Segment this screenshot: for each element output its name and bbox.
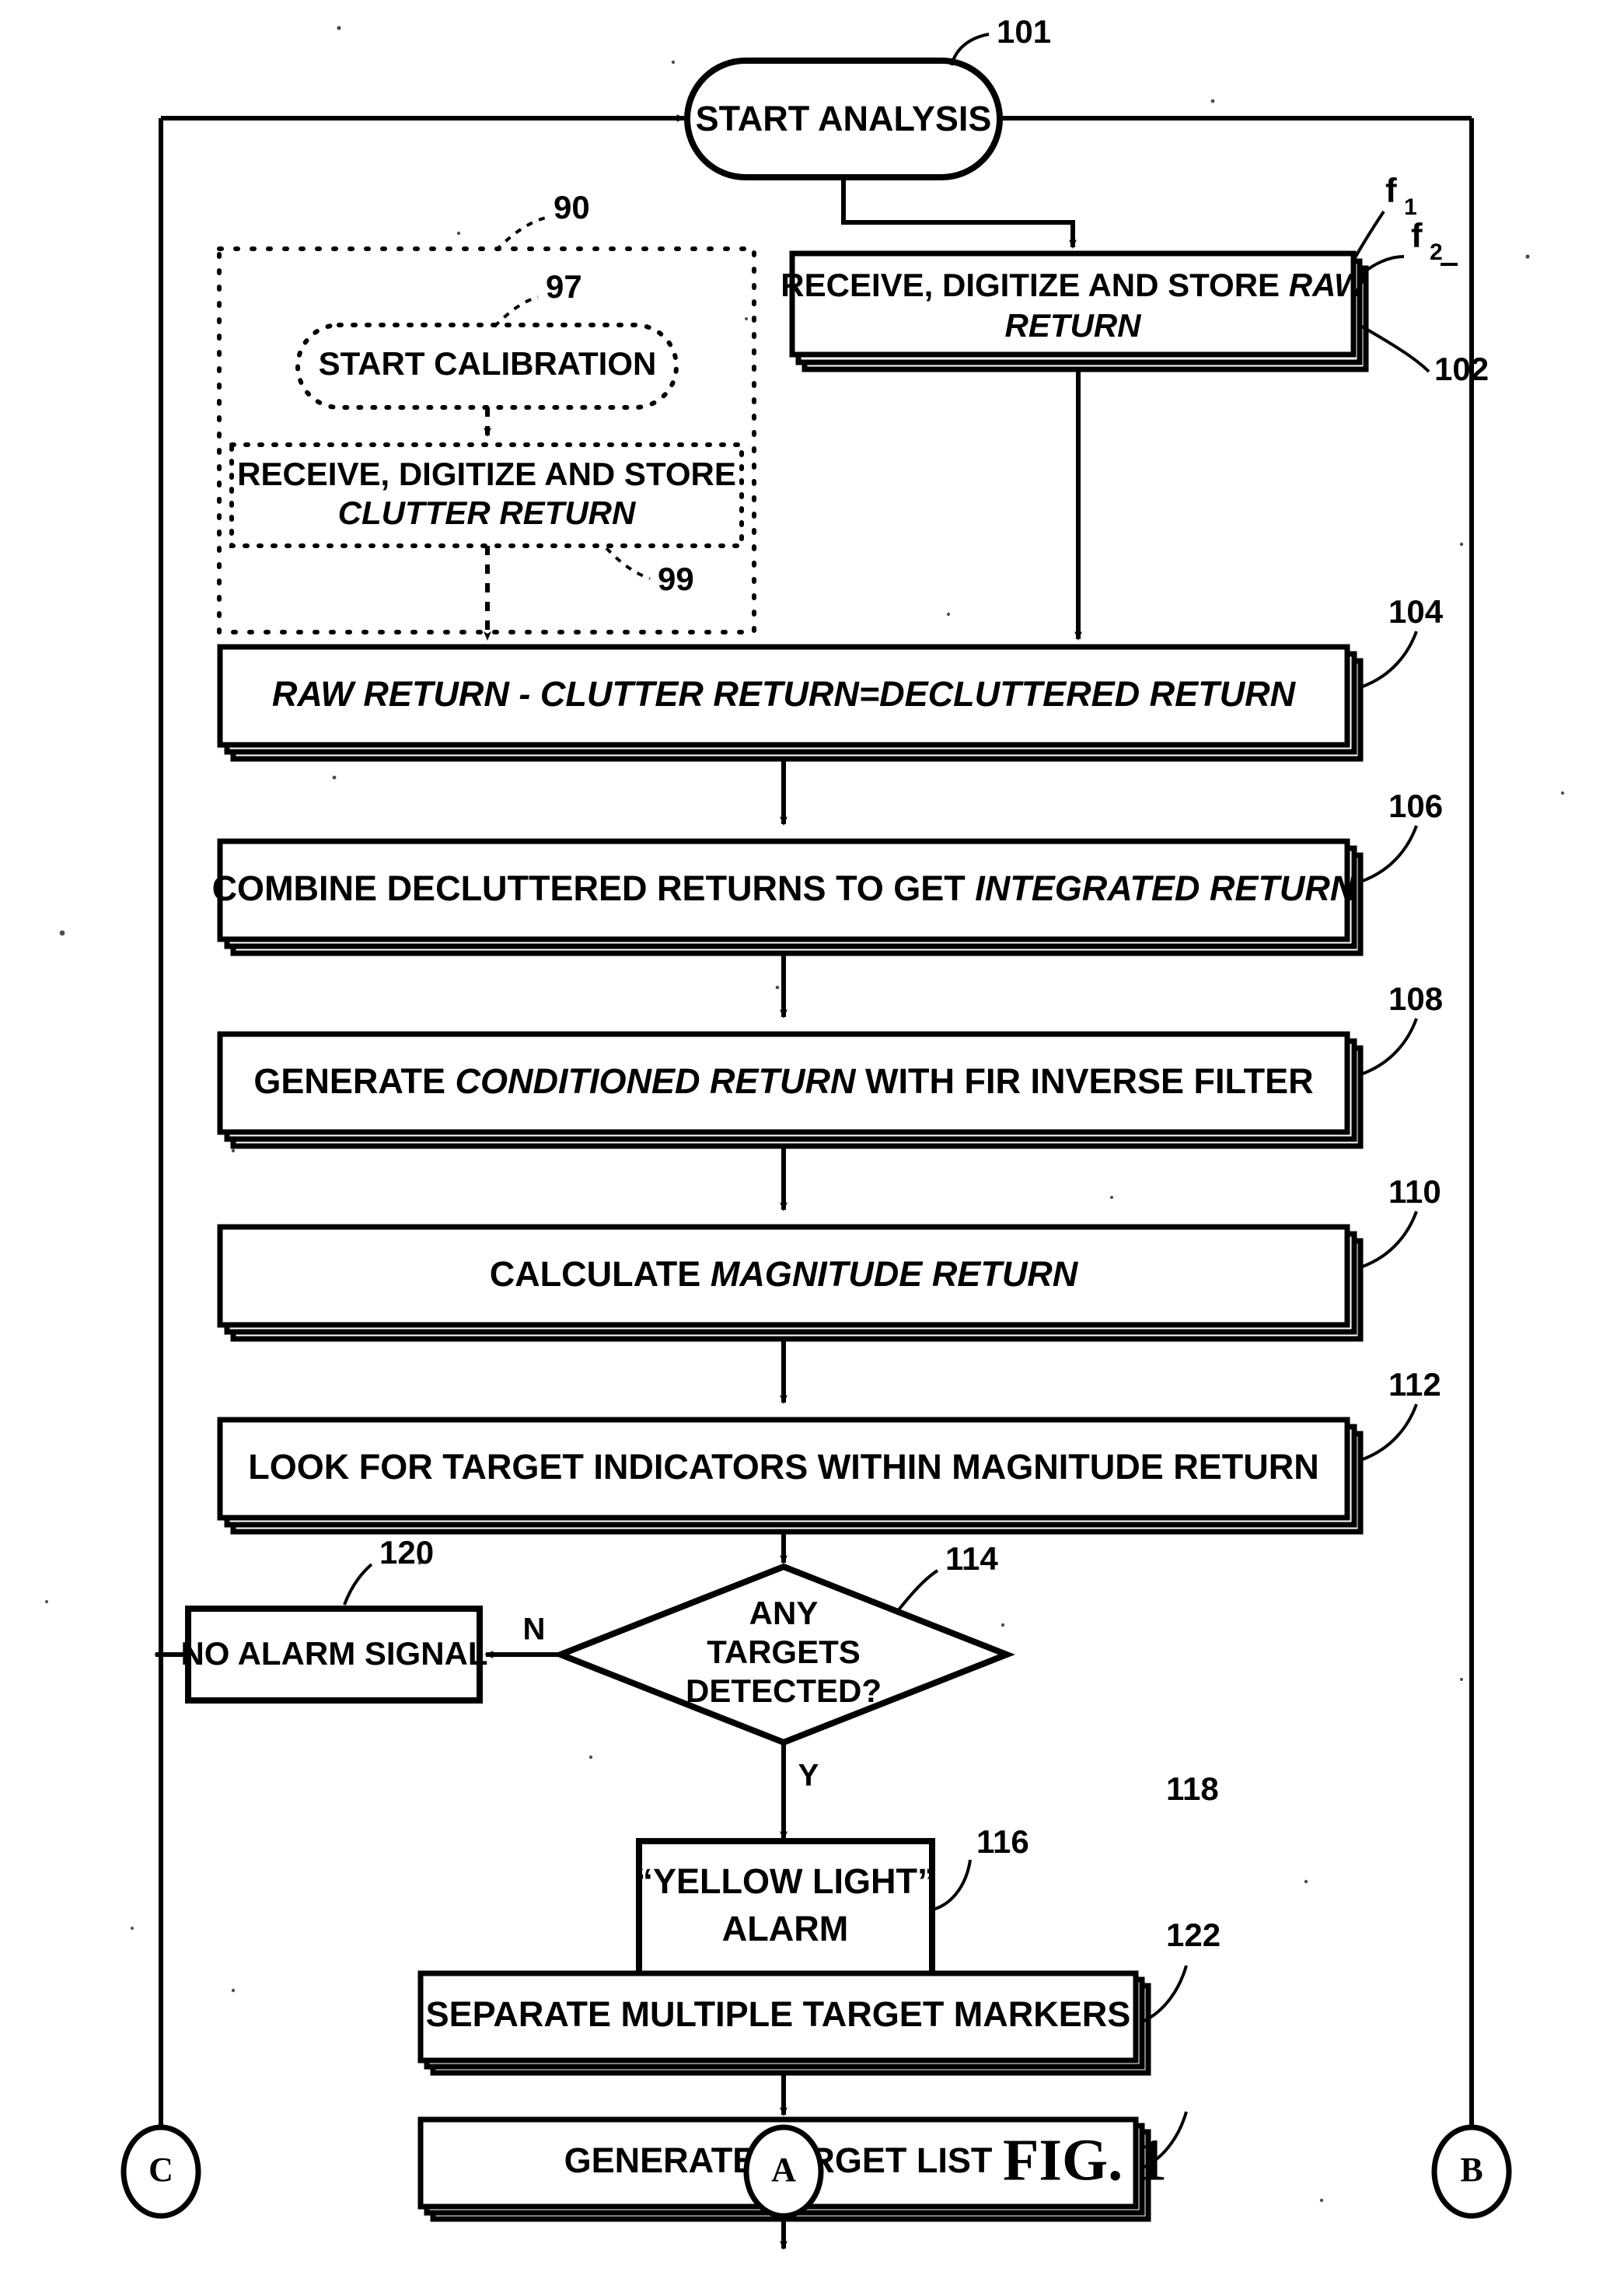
connector-c[interactable]: C (120, 2124, 201, 2219)
connectors-svg: C A B FIG. 1 (120, 2124, 1512, 2219)
connector-b-label: B (1460, 2151, 1483, 2189)
patent-figure-canvas: START ANALYSIS 101 RECEIVE, DIGITIZE AND… (0, 0, 1610, 2296)
connector-a[interactable]: A (743, 2124, 824, 2219)
connector-a-label: A (771, 2151, 796, 2189)
figure-label: FIG. 1 (1003, 2127, 1167, 2193)
connector-c-label: C (148, 2151, 173, 2189)
connector-b[interactable]: B (1431, 2124, 1512, 2219)
